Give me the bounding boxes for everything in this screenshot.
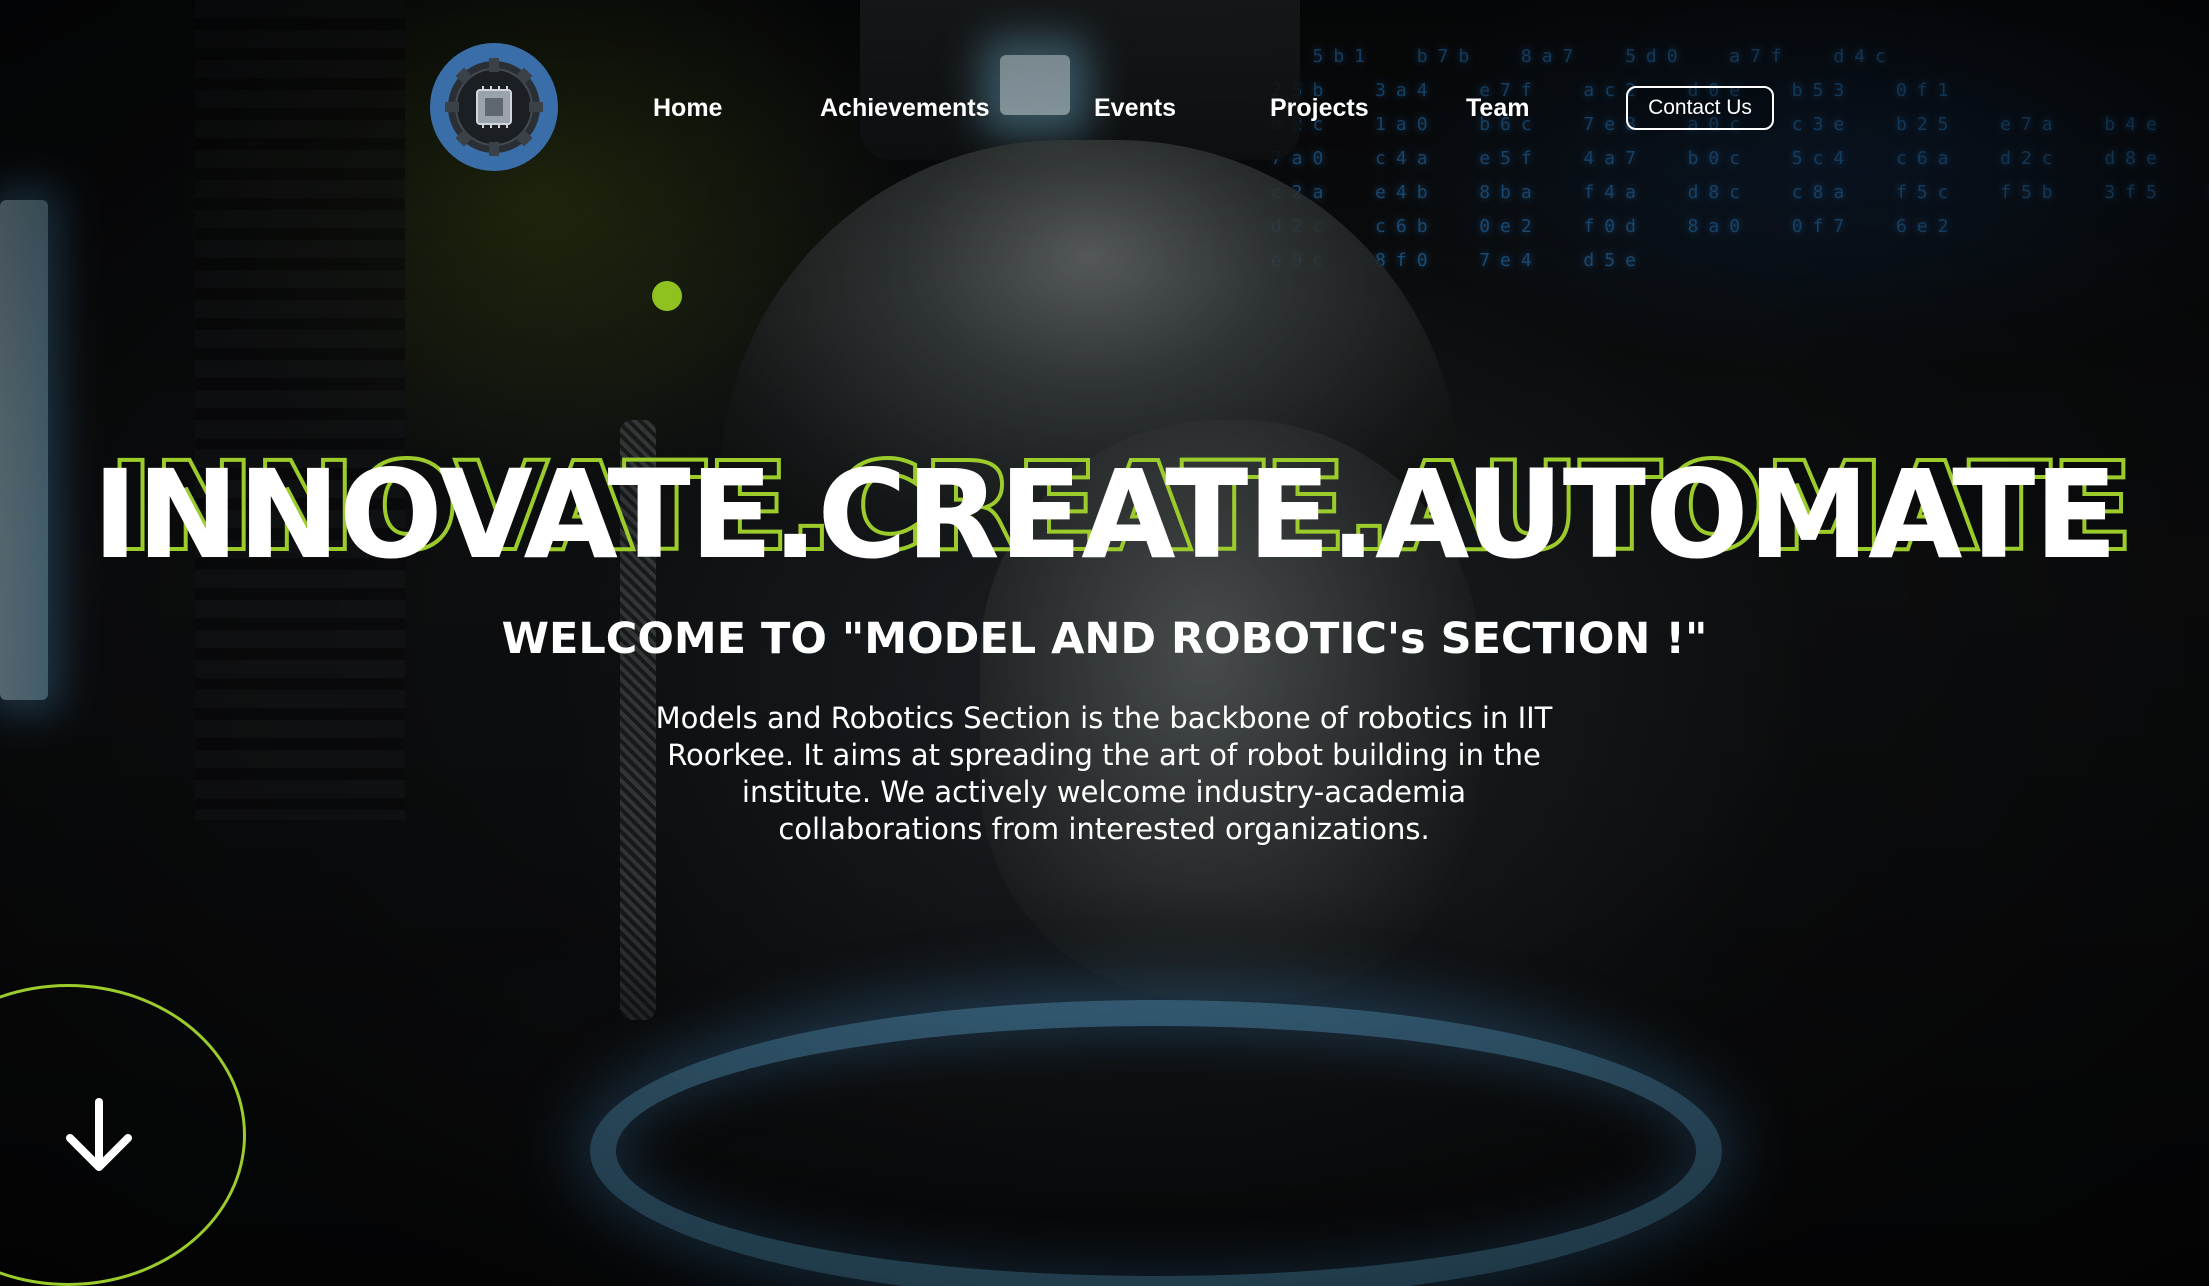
nav-link-projects[interactable]: Projects bbox=[1270, 88, 1369, 128]
nav-link-team[interactable]: Team bbox=[1466, 88, 1529, 128]
robot-base-ring bbox=[590, 1000, 1722, 1286]
hero-description: Models and Robotics Section is the backb… bbox=[655, 701, 1553, 846]
code-display-background: 5b1 b7b 8a7 5d0 a7f d4c 25b 3a4 e7f ac2 … bbox=[1270, 46, 2209, 271]
nav-link-events[interactable]: Events bbox=[1094, 88, 1176, 128]
robot-light bbox=[1000, 55, 1070, 115]
contact-us-button[interactable]: Contact Us bbox=[1626, 86, 1774, 130]
logo-link[interactable] bbox=[425, 40, 563, 174]
nav-link-achievements[interactable]: Achievements bbox=[820, 88, 990, 128]
welcome-heading: WELCOME TO "MODEL AND ROBOTIC's SECTION … bbox=[501, 614, 1708, 664]
arrow-down-icon[interactable] bbox=[62, 1096, 136, 1174]
background-panel bbox=[195, 0, 405, 820]
hero-headline: INNOVATE.CREATE.AUTOMATE INNOVATE.CREATE… bbox=[0, 434, 2209, 600]
nav-link-home[interactable]: Home bbox=[653, 88, 722, 128]
robot-base-shadow bbox=[260, 880, 1960, 1286]
robot-collar bbox=[860, 0, 1300, 160]
headline-text: INNOVATE.CREATE.AUTOMATE bbox=[92, 444, 2117, 586]
hero-page: 5b1 b7b 8a7 5d0 a7f d4c 25b 3a4 e7f ac2 … bbox=[0, 0, 2209, 1286]
accent-dot bbox=[652, 281, 682, 311]
gear-chip-logo-icon bbox=[430, 43, 558, 171]
